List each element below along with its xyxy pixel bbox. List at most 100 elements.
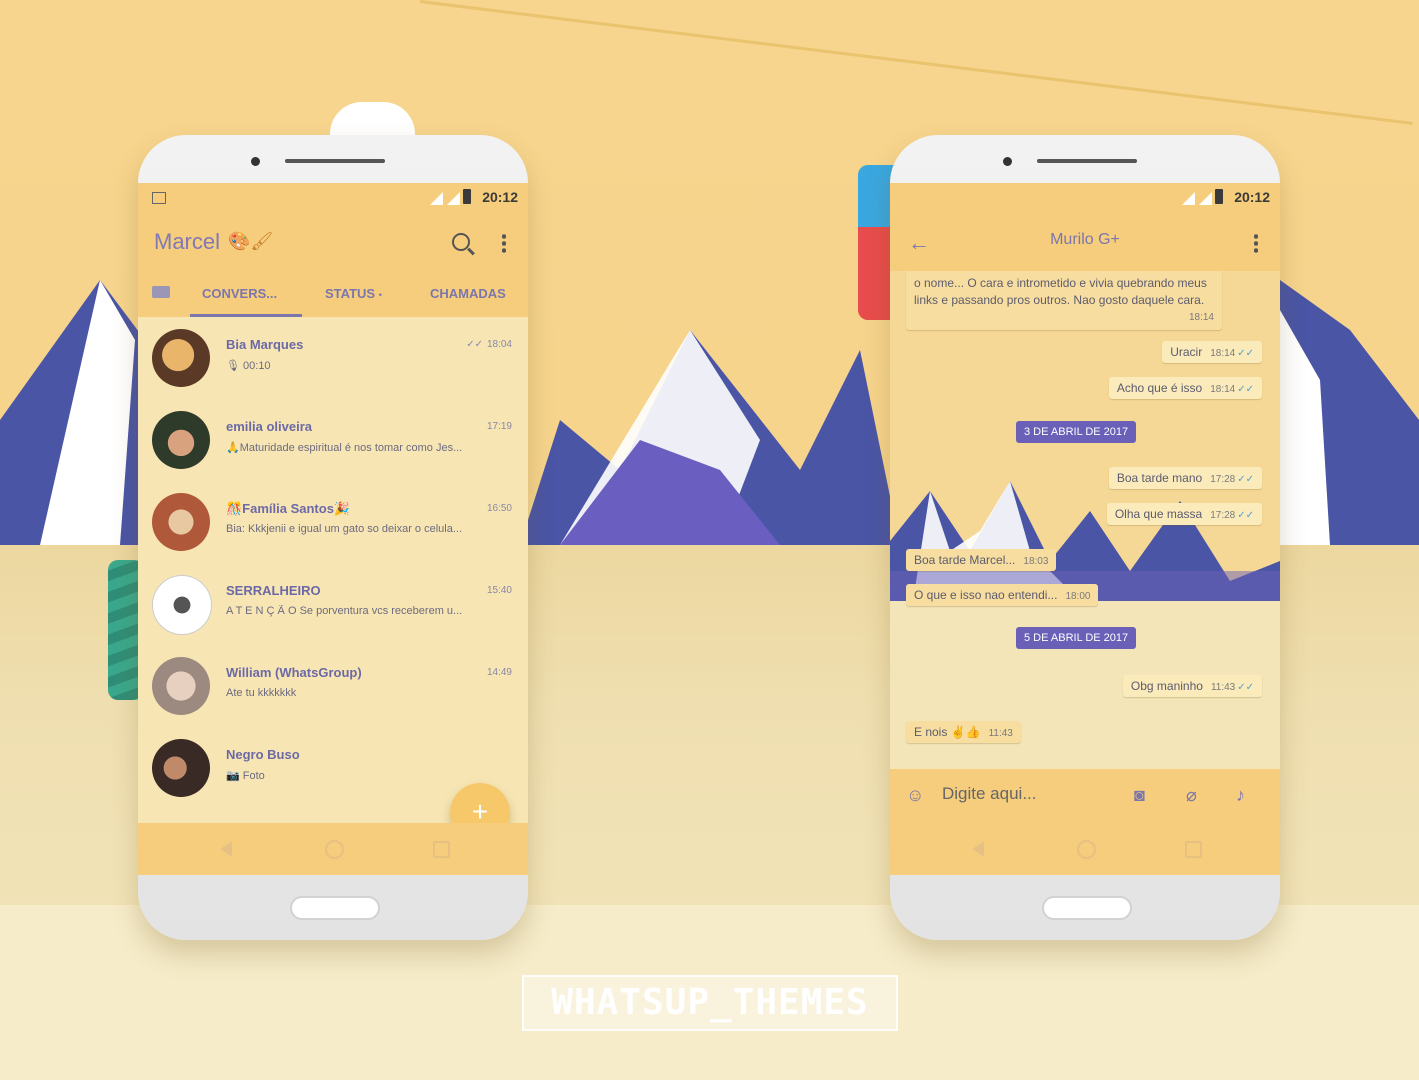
battery-icon	[463, 189, 471, 204]
chat-time-value: 18:04	[486, 339, 512, 350]
message-bubble[interactable]: Boa tarde Marcel... 18:03	[906, 549, 1057, 571]
chat-name: Bia Marques	[226, 337, 304, 352]
message-time: 17:28	[1210, 510, 1236, 521]
message-text: Boa tarde mano	[1116, 471, 1203, 485]
message-time: 11:43	[1210, 682, 1236, 693]
avatar	[152, 329, 210, 387]
read-ticks-icon: ✓✓	[466, 339, 483, 350]
avatar	[152, 739, 210, 797]
status-bar: 20:12	[138, 183, 528, 213]
read-ticks-icon: ✓✓	[1237, 474, 1254, 485]
avatar	[152, 657, 210, 715]
message-bubble[interactable]: Olha que massa 17:28 ✓✓	[1106, 503, 1262, 525]
image-notification-icon	[152, 192, 166, 204]
message-text: E nois ✌👍	[914, 725, 981, 739]
camera-tab-icon[interactable]	[152, 286, 170, 298]
message-area: o nome... O cara e intrometido e vivia q…	[890, 271, 1280, 769]
chat-name: 🎊Família Santos🎉	[226, 501, 351, 516]
home-button[interactable]	[290, 896, 380, 920]
message-text: Acho que é isso	[1116, 381, 1203, 395]
signal-icon	[430, 192, 443, 205]
conversation-screen: 20:12 ← Murilo G+ o nome... O cara e int…	[890, 183, 1280, 875]
chat-list-screen: 20:12 Marcel 🎨🖌 CONVERS... STATUS • CHAM…	[138, 183, 528, 875]
chat-time: 17:19	[486, 421, 512, 432]
date-chip: 3 DE ABRIL DE 2017	[1016, 421, 1137, 443]
chat-name: emilia oliveira	[226, 419, 312, 434]
chat-time: 16:50	[486, 503, 512, 514]
app-bar: Marcel 🎨🖌	[138, 213, 528, 273]
status-time: 20:12	[1234, 189, 1270, 205]
camera-dot	[1003, 157, 1012, 166]
message-text: Olha que massa	[1114, 507, 1203, 521]
message-bubble[interactable]: o nome... O cara e intrometido e vivia q…	[906, 271, 1222, 330]
message-text: Obg maninho	[1130, 679, 1203, 693]
message-time: 17:28	[1210, 474, 1236, 485]
chat-item[interactable]: William (WhatsGroup) Ate tu kkkkkkk 14:4…	[138, 645, 528, 727]
message-time: 18:00	[1065, 591, 1091, 602]
chat-preview: 🎙 00:10	[226, 360, 271, 372]
read-ticks-icon: ✓✓	[1237, 682, 1254, 693]
tab-status-label: STATUS	[325, 286, 376, 301]
chat-preview: A T E N Ç Ã O Se porventura vcs recebere…	[226, 605, 463, 617]
message-time: 18:14	[1188, 312, 1214, 323]
nav-home-icon[interactable]	[325, 840, 344, 859]
read-ticks-icon: ✓✓	[1237, 348, 1254, 359]
search-icon[interactable]	[452, 233, 470, 251]
status-time: 20:12	[482, 189, 518, 205]
battery-icon	[1215, 189, 1223, 204]
more-options-icon[interactable]	[502, 233, 506, 253]
message-input-bar: ☺ Digite aqui... ◙ ⌀ ♪	[890, 769, 1280, 823]
cable-wire	[419, 0, 1413, 125]
chat-item[interactable]: SERRALHEIRO A T E N Ç Ã O Se porventura …	[138, 563, 528, 645]
home-button[interactable]	[1042, 896, 1132, 920]
tab-bar: CONVERS... STATUS • CHAMADAS	[138, 273, 528, 317]
chat-time: 14:49	[486, 667, 512, 678]
wifi-icon	[1199, 192, 1212, 205]
chat-time: 15:40	[486, 585, 512, 596]
chat-preview: Ate tu kkkkkkk	[226, 687, 297, 699]
message-bubble[interactable]: Uracir 18:14 ✓✓	[1162, 341, 1262, 363]
chat-preview: 🙏Maturidade espiritual é nos tomar como …	[226, 442, 463, 454]
contact-name[interactable]: Murilo G+	[890, 231, 1280, 249]
nav-home-icon[interactable]	[1077, 840, 1096, 859]
message-bubble[interactable]: Obg maninho 11:43 ✓✓	[1122, 675, 1262, 697]
status-new-dot: •	[378, 289, 382, 300]
message-text: o nome... O cara e intrometido e vivia q…	[914, 276, 1207, 307]
phone-left: 20:12 Marcel 🎨🖌 CONVERS... STATUS • CHAM…	[138, 135, 528, 940]
tab-status[interactable]: STATUS •	[325, 286, 382, 301]
nav-recents-icon[interactable]	[433, 841, 450, 858]
message-bubble[interactable]: E nois ✌👍 11:43	[906, 721, 1021, 743]
avatar	[152, 493, 210, 551]
message-input[interactable]: Digite aqui...	[942, 784, 1037, 804]
message-bubble[interactable]: Acho que é isso 18:14 ✓✓	[1108, 377, 1262, 399]
message-bubble[interactable]: Boa tarde mano 17:28 ✓✓	[1108, 467, 1262, 489]
message-time: 18:03	[1023, 556, 1049, 567]
more-options-icon[interactable]	[1254, 233, 1258, 253]
chat-name: Negro Buso	[226, 747, 300, 762]
nav-back-icon[interactable]	[220, 841, 232, 857]
message-time: 11:43	[988, 728, 1013, 739]
tab-calls[interactable]: CHAMADAS	[430, 286, 506, 301]
message-text: O que e isso nao entendi...	[914, 588, 1058, 602]
watermark: WHATSUP_THEMES	[522, 975, 898, 1031]
speaker-grille	[285, 159, 385, 163]
message-time: 18:14	[1210, 384, 1236, 395]
chat-preview: 📷 Foto	[226, 770, 265, 782]
nav-back-icon[interactable]	[972, 841, 984, 857]
tab-conversations[interactable]: CONVERS...	[202, 286, 277, 301]
chat-item[interactable]: 🎊Família Santos🎉 Bia: Kkkjenii e igual u…	[138, 481, 528, 563]
message-bubble[interactable]: O que e isso nao entendi... 18:00	[906, 584, 1099, 606]
camera-icon[interactable]: ◙	[1134, 785, 1145, 806]
read-ticks-icon: ✓✓	[1237, 510, 1254, 521]
chat-item[interactable]: emilia oliveira 🙏Maturidade espiritual é…	[138, 399, 528, 481]
attach-icon[interactable]: ⌀	[1186, 785, 1197, 806]
nav-recents-icon[interactable]	[1185, 841, 1202, 858]
speaker-grille	[1037, 159, 1137, 163]
date-chip: 5 DE ABRIL DE 2017	[1016, 627, 1137, 649]
chat-item[interactable]: Bia Marques 🎙 00:10 ✓✓ 18:04	[138, 317, 528, 399]
read-ticks-icon: ✓✓	[1237, 384, 1254, 395]
conversation-header: ← Murilo G+	[890, 213, 1280, 271]
phone-right: 20:12 ← Murilo G+ o nome... O cara e int…	[890, 135, 1280, 940]
emoji-icon[interactable]: ☺	[906, 785, 924, 806]
microphone-icon[interactable]: ♪	[1236, 785, 1245, 806]
